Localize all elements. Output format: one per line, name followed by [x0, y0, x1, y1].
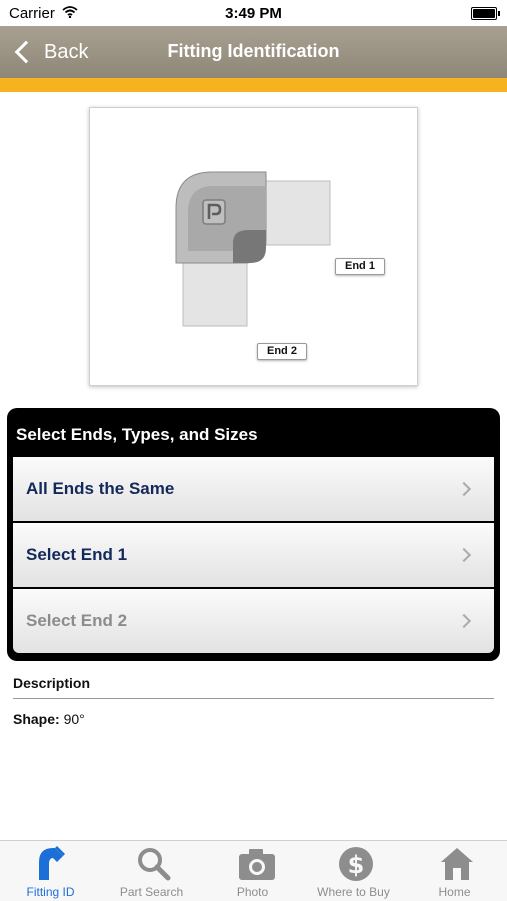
tab-label: Where to Buy	[317, 885, 390, 899]
navigation-bar: Back Fitting Identification	[0, 26, 507, 78]
option-label: Select End 2	[26, 611, 128, 630]
chevron-right-icon	[456, 613, 472, 629]
tab-label: Photo	[236, 885, 269, 899]
end-1-label[interactable]: End 1	[335, 258, 385, 275]
camera-icon	[237, 846, 277, 887]
all-ends-same-option[interactable]: All Ends the Same	[13, 457, 494, 521]
home-icon	[439, 846, 475, 887]
clock: 3:49 PM	[225, 5, 282, 22]
dollar-icon: $	[338, 846, 374, 887]
tab-home[interactable]: Home	[404, 841, 505, 901]
status-bar: Carrier 3:49 PM	[0, 0, 507, 26]
option-label: Select End 1	[26, 545, 128, 564]
shape-description: Shape: 90°	[13, 711, 85, 727]
search-icon	[136, 846, 172, 887]
fitting-image: End 1 End 2	[89, 107, 418, 386]
select-end-2-option[interactable]: Select End 2	[13, 589, 494, 653]
shape-value: 90°	[63, 711, 85, 727]
panel-header: Select Ends, Types, and Sizes	[16, 425, 258, 444]
page-title: Fitting Identification	[167, 41, 340, 61]
tab-photo[interactable]: Photo	[202, 841, 303, 901]
divider	[13, 698, 494, 699]
tab-part-search[interactable]: Part Search	[101, 841, 202, 901]
chevron-right-icon	[456, 481, 472, 497]
select-end-1-option[interactable]: Select End 1	[13, 523, 494, 587]
accent-stripe	[0, 78, 507, 92]
select-ends-panel: Select Ends, Types, and Sizes All Ends t…	[7, 408, 500, 661]
tab-label: Part Search	[119, 885, 184, 899]
shape-label: Shape:	[13, 711, 60, 727]
battery-icon	[471, 7, 500, 20]
svg-text:$: $	[348, 851, 365, 879]
end-2-label[interactable]: End 2	[257, 343, 307, 360]
elbow-fitting-illustration	[175, 171, 331, 327]
tab-where-to-buy[interactable]: $ Where to Buy	[303, 841, 404, 901]
description-heading: Description	[13, 675, 91, 691]
chevron-right-icon	[456, 547, 472, 563]
option-label: All Ends the Same	[26, 479, 175, 498]
tab-fitting-id[interactable]: Fitting ID	[0, 841, 101, 901]
tab-bar: Fitting ID Part Search Photo $ Where to …	[0, 840, 507, 901]
tab-label: Fitting ID	[26, 885, 75, 899]
fitting-id-icon	[35, 846, 67, 887]
tab-label: Home	[438, 885, 471, 899]
